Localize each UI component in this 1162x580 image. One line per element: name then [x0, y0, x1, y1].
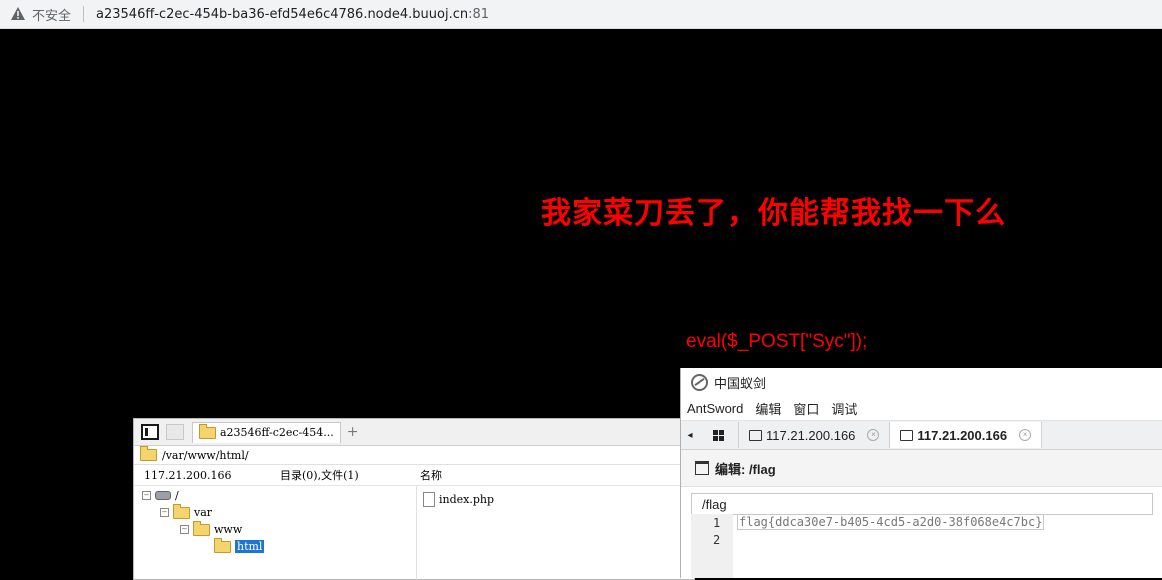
divider — [83, 6, 85, 22]
panel-toggle-icon[interactable] — [141, 424, 159, 440]
menu-window[interactable]: 窗口 — [793, 399, 819, 418]
folder-icon — [749, 429, 762, 441]
tab-host-1-label: 117.21.200.166 — [766, 427, 856, 443]
path-input-value: /flag — [702, 496, 727, 512]
add-tab-button[interactable]: + — [347, 424, 359, 440]
collapse-icon[interactable]: − — [142, 491, 151, 500]
folder-icon — [140, 446, 157, 461]
collapse-icon[interactable]: − — [180, 525, 189, 534]
file-manager-tabbar: a23546ff-c2ec-454... + — [134, 419, 694, 446]
tree-label-www: www — [214, 523, 243, 536]
menu-bar: AntSword 编辑 窗口 调试 — [681, 396, 1162, 421]
disk-icon — [155, 491, 171, 500]
warning-icon — [10, 6, 26, 22]
folder-icon — [199, 423, 216, 439]
menu-debug[interactable]: 调试 — [831, 399, 857, 418]
code-editor[interactable]: 1 flag{ddca30e7-b405-4cd5-a2d0-38f068e4c… — [691, 514, 1162, 578]
path-bar[interactable]: /var/www/html/ — [134, 446, 694, 465]
grid-icon — [713, 429, 724, 441]
window-icon — [695, 461, 709, 475]
tree-label-root: / — [175, 489, 179, 502]
tab-bar: ◂ 117.21.200.166 × 117.21.200.166 × — [681, 421, 1162, 450]
grid-toggle-icon[interactable] — [166, 424, 184, 440]
close-icon[interactable]: × — [1019, 429, 1032, 441]
file-list: index.php — [417, 486, 694, 580]
address-bar[interactable]: 不安全 a23546ff-c2ec-454b-ba36-efd54e6c4786… — [0, 0, 1162, 29]
antsword-logo-icon — [691, 373, 708, 391]
dir-file-count: 目录(0),文件(1) — [280, 469, 359, 482]
tree-node-var[interactable]: − var — [160, 503, 213, 519]
menu-antsword[interactable]: AntSword — [687, 401, 743, 416]
tab-host-2-label: 117.21.200.166 — [917, 427, 1008, 443]
tab-host-2[interactable]: 117.21.200.166 × — [890, 422, 1043, 448]
line-number: 1 — [713, 516, 721, 530]
tab-host-1[interactable]: 117.21.200.166 × — [739, 422, 891, 448]
tree-node-www[interactable]: − www — [180, 520, 243, 536]
editor-header: 编辑: /flag — [681, 450, 1162, 487]
tree-label-var: var — [194, 506, 213, 519]
code-line[interactable]: flag{ddca30e7-b405-4cd5-a2d0-38f068e4c7b… — [737, 514, 1045, 530]
list-item[interactable]: index.php — [423, 492, 494, 507]
info-bar: 117.21.200.166 目录(0),文件(1) 名称 — [134, 465, 694, 486]
file-manager-window: a23546ff-c2ec-454... + /var/www/html/ 11… — [133, 418, 695, 580]
name-column-header[interactable]: 名称 — [420, 467, 442, 483]
folder-icon — [193, 520, 210, 536]
flag-text: flag{ddca30e7-b405-4cd5-a2d0-38f068e4c7b… — [737, 514, 1045, 530]
antsword-window: 中国蚁剑 AntSword 编辑 窗口 调试 ◂ 117.21.200.166 … — [680, 368, 1162, 578]
path-text[interactable]: /var/www/html/ — [162, 449, 249, 462]
tab-site-label: a23546ff-c2ec-454... — [220, 426, 334, 439]
tree-node-html[interactable]: html — [214, 537, 265, 553]
security-label[interactable]: 不安全 — [32, 5, 71, 24]
directory-tree: − / − var − www html — [134, 486, 417, 580]
tree-label-html: html — [235, 540, 265, 553]
tab-scroll-left-icon[interactable]: ◂ — [681, 430, 699, 441]
eval-text: eval($_POST["Syc"]); — [686, 331, 868, 352]
line-number: 2 — [713, 533, 721, 547]
line-gutter — [691, 514, 733, 578]
tab-home[interactable] — [699, 422, 739, 448]
url-port[interactable]: :81 — [468, 7, 489, 22]
menu-edit[interactable]: 编辑 — [755, 399, 781, 418]
folder-icon — [173, 503, 190, 519]
folder-open-icon — [214, 537, 231, 553]
folder-icon — [900, 429, 914, 441]
window-title: 中国蚁剑 — [714, 375, 767, 391]
editor-title: 编辑: /flag — [715, 461, 776, 477]
tab-site[interactable]: a23546ff-c2ec-454... — [192, 421, 341, 443]
window-titlebar: 中国蚁剑 — [681, 368, 1162, 396]
path-input[interactable]: /flag — [691, 493, 1153, 515]
url-text[interactable]: a23546ff-c2ec-454b-ba36-efd54e6c4786.nod… — [96, 7, 468, 22]
host-label: 117.21.200.166 — [144, 468, 232, 482]
page-headline: 我家菜刀丢了，你能帮我找一下么 — [541, 196, 1006, 231]
tree-node-root[interactable]: − / — [142, 489, 179, 502]
file-icon — [423, 492, 435, 507]
collapse-icon[interactable]: − — [160, 508, 169, 517]
file-name: index.php — [439, 493, 495, 506]
close-icon[interactable]: × — [867, 429, 880, 441]
